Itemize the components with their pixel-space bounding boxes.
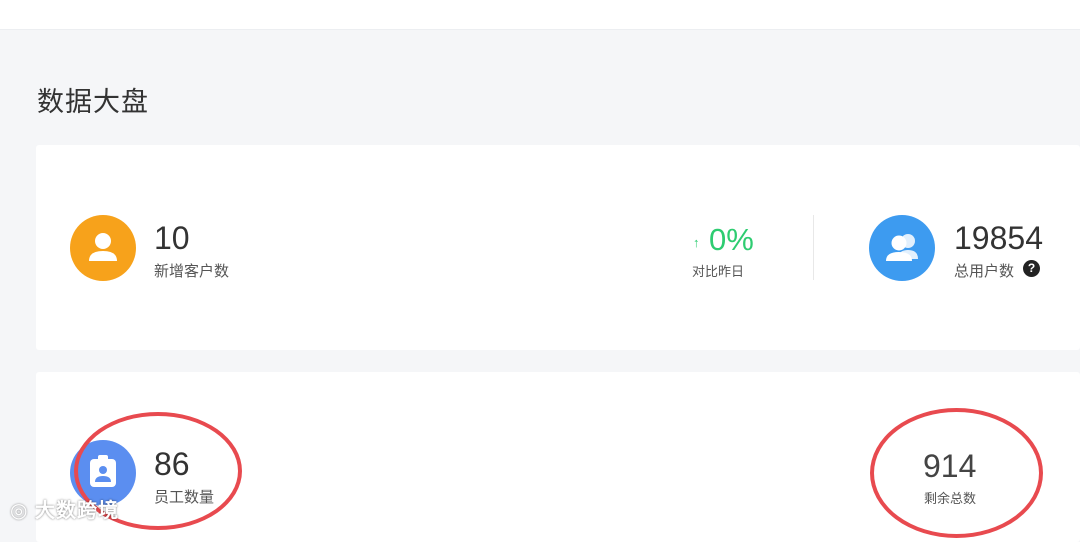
users-icon bbox=[886, 234, 918, 261]
top-header-bar bbox=[0, 0, 1080, 30]
new-customers-value: 10 bbox=[154, 220, 190, 256]
total-users-avatar bbox=[869, 215, 935, 281]
stats-card-overview: 10 新增客户数 ↑ 0% 对比昨日 19854 总用户数 ? bbox=[36, 145, 1080, 350]
watermark-text: 大数跨境 bbox=[35, 500, 120, 522]
employees-value: 86 bbox=[154, 446, 190, 482]
employees-label: 员工数量 bbox=[154, 489, 215, 506]
new-customers-label: 新增客户数 bbox=[154, 263, 230, 280]
user-icon bbox=[89, 233, 117, 261]
stats-card-staff: 86 员工数量 914 剩余总数 bbox=[36, 372, 1080, 542]
compare-yesterday-value: 0% bbox=[709, 222, 754, 257]
watermark-glyph-icon: ◎ bbox=[10, 500, 36, 522]
remaining-value: 914 bbox=[923, 448, 977, 484]
remaining-label: 剩余总数 bbox=[924, 491, 977, 506]
compare-yesterday-label: 对比昨日 bbox=[692, 264, 745, 279]
total-users-value: 19854 bbox=[954, 220, 1043, 256]
up-arrow-icon: ↑ bbox=[693, 235, 700, 250]
stats-divider bbox=[813, 215, 814, 280]
new-customers-avatar bbox=[70, 215, 136, 281]
page-title: 数据大盘 bbox=[37, 87, 149, 117]
watermark-logo: ◎ 大数跨境 bbox=[10, 494, 119, 523]
total-users-label: 总用户数 bbox=[954, 263, 1015, 280]
help-icon[interactable]: ? bbox=[1023, 260, 1040, 277]
